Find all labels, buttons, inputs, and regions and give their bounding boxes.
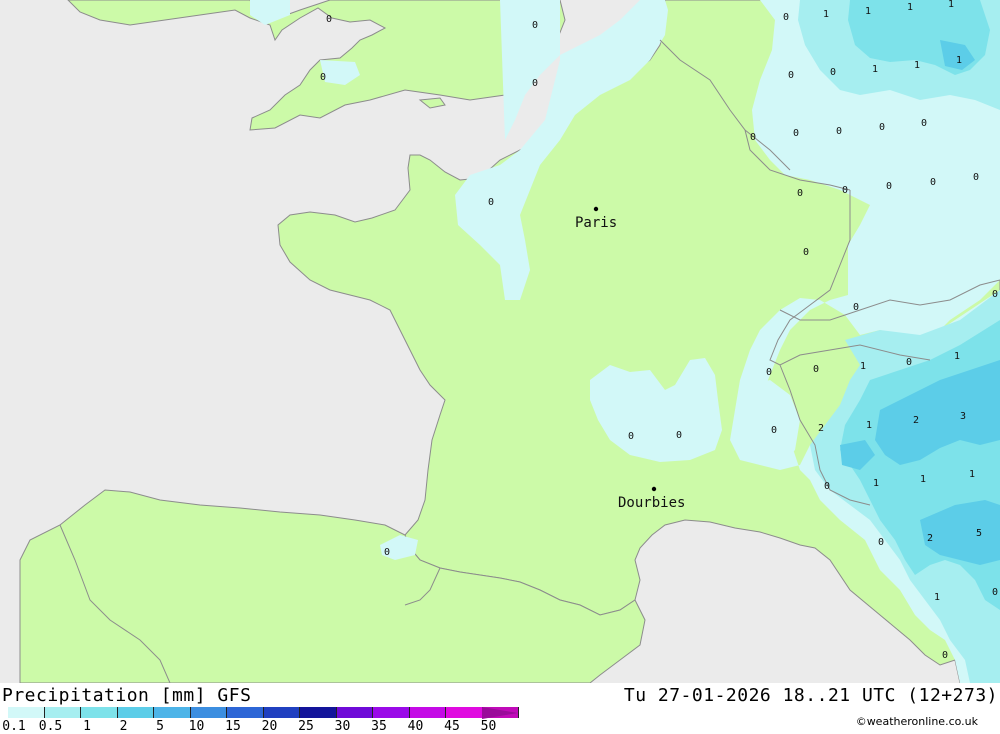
value-label: 0 bbox=[853, 302, 859, 313]
legend-swatch bbox=[117, 707, 154, 718]
city-dot-dourbies bbox=[651, 486, 657, 492]
legend-swatch bbox=[336, 707, 373, 718]
value-label: 0 bbox=[771, 425, 777, 436]
value-label: 1 bbox=[954, 351, 960, 362]
forecast-datetime: Tu 27-01-2026 18..21 UTC (12+273) bbox=[623, 685, 998, 706]
value-label: 1 bbox=[860, 361, 866, 372]
legend-swatch bbox=[81, 707, 118, 718]
legend-swatch bbox=[190, 707, 227, 718]
legend-label: 5 bbox=[156, 719, 164, 734]
value-label: 0 bbox=[842, 185, 848, 196]
legend-swatch bbox=[300, 707, 337, 718]
legend-label: 30 bbox=[334, 719, 351, 734]
value-label: 2 bbox=[818, 423, 824, 434]
value-label: 0 bbox=[813, 364, 819, 375]
value-label: 0 bbox=[532, 78, 538, 89]
value-label: 0 bbox=[326, 14, 332, 25]
value-label: 0 bbox=[320, 72, 326, 83]
value-label: 1 bbox=[865, 6, 871, 17]
value-label: 0 bbox=[793, 128, 799, 139]
value-label: 0 bbox=[878, 537, 884, 548]
legend-label: 0.1 bbox=[2, 719, 26, 734]
value-label: 0 bbox=[788, 70, 794, 81]
credit-link[interactable]: ©weatheronline.co.uk bbox=[856, 715, 978, 728]
value-label: 0 bbox=[628, 431, 634, 442]
value-label: 0 bbox=[973, 172, 979, 183]
city-dot-paris bbox=[593, 206, 599, 212]
map-footer: Precipitation [mm] GFS Tu 27-01-2026 18.… bbox=[0, 683, 1000, 734]
legend-label: 40 bbox=[407, 719, 424, 734]
value-label: 1 bbox=[873, 478, 879, 489]
value-label: 2 bbox=[927, 533, 933, 544]
value-label: 5 bbox=[976, 528, 982, 539]
legend-label: 15 bbox=[225, 719, 241, 734]
map-title: Precipitation [mm] GFS bbox=[2, 685, 252, 706]
value-label: 3 bbox=[960, 411, 966, 422]
legend-label: 10 bbox=[188, 719, 205, 734]
legend-label: 25 bbox=[298, 719, 314, 734]
value-label: 0 bbox=[783, 12, 789, 23]
value-label: 0 bbox=[803, 247, 809, 258]
value-label: 1 bbox=[969, 469, 975, 480]
legend-swatch bbox=[446, 707, 483, 718]
value-label: 0 bbox=[750, 132, 756, 143]
value-label: 0 bbox=[906, 357, 912, 368]
legend-swatch bbox=[154, 707, 191, 718]
value-label: 1 bbox=[934, 592, 940, 603]
legend-swatch bbox=[44, 707, 81, 718]
value-label: 0 bbox=[532, 20, 538, 31]
value-label: 0 bbox=[930, 177, 936, 188]
value-label: 0 bbox=[879, 122, 885, 133]
value-label: 1 bbox=[823, 9, 829, 20]
value-label: 1 bbox=[948, 0, 954, 10]
legend-swatch bbox=[227, 707, 264, 718]
value-label: 0 bbox=[830, 67, 836, 78]
legend-swatch bbox=[263, 707, 300, 718]
legend-swatch bbox=[8, 707, 45, 718]
value-label: 0 bbox=[886, 181, 892, 192]
legend-swatch bbox=[409, 707, 446, 718]
value-label: 0 bbox=[384, 547, 390, 558]
value-label: 0 bbox=[488, 197, 494, 208]
value-label: 1 bbox=[907, 2, 913, 13]
value-label: 0 bbox=[921, 118, 927, 129]
precipitation-map: Paris Dourbies 0 0 0 0 0 0 0 0 0 0 0 0 1… bbox=[0, 0, 1000, 684]
legend-label: 50 bbox=[480, 719, 497, 734]
legend-label: 20 bbox=[261, 719, 278, 734]
value-label: 1 bbox=[920, 474, 926, 485]
value-label: 0 bbox=[824, 481, 830, 492]
value-label: 0 bbox=[992, 587, 998, 598]
value-label: 0 bbox=[942, 650, 948, 661]
value-label: 1 bbox=[956, 55, 962, 66]
city-label-dourbies: Dourbies bbox=[618, 495, 685, 511]
value-label: 0 bbox=[992, 289, 998, 300]
value-label: 1 bbox=[872, 64, 878, 75]
city-label-paris: Paris bbox=[575, 215, 617, 231]
legend-swatch bbox=[373, 707, 410, 718]
legend-colorbar bbox=[8, 707, 519, 718]
value-label: 0 bbox=[797, 188, 803, 199]
value-label: 2 bbox=[913, 415, 919, 426]
legend-arrow bbox=[482, 707, 518, 719]
legend-label: 35 bbox=[371, 719, 387, 734]
value-label: 0 bbox=[766, 367, 772, 378]
value-label: 0 bbox=[676, 430, 682, 441]
legend-label: 0.5 bbox=[38, 719, 63, 734]
value-label: 1 bbox=[914, 60, 920, 71]
legend-label: 1 bbox=[83, 719, 91, 734]
legend-label: 2 bbox=[119, 719, 128, 734]
value-label: 1 bbox=[866, 420, 872, 431]
legend-label: 45 bbox=[444, 719, 460, 734]
value-label: 0 bbox=[836, 126, 842, 137]
